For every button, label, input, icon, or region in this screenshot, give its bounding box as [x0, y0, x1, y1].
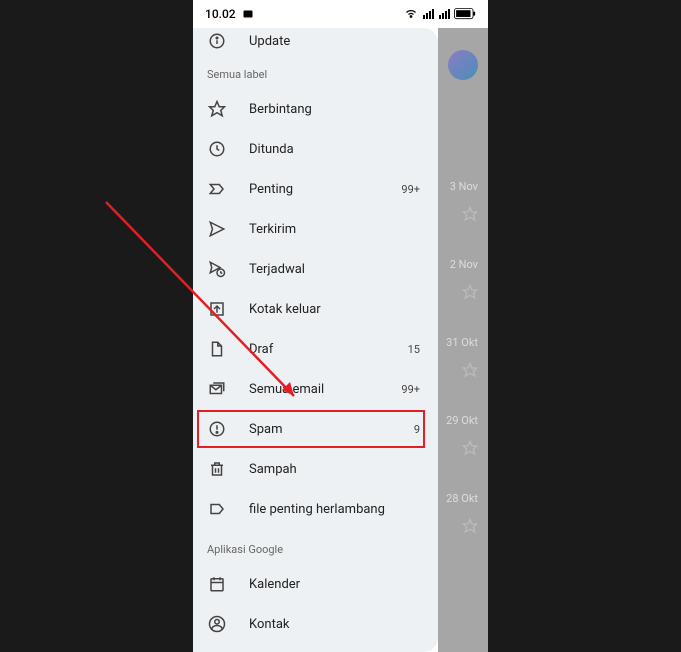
drawer-label: Terkirim — [249, 222, 424, 237]
star-icon — [462, 206, 478, 222]
drawer-label: Ditunda — [249, 142, 424, 157]
bg-date: 31 Okt — [446, 336, 478, 349]
section-header-apps: Aplikasi Google — [193, 529, 438, 564]
drawer-label: Spam — [249, 422, 414, 437]
navigation-drawer: Update Semua label Berbintang Ditunda Pe… — [193, 28, 438, 652]
drawer-label: Penting — [249, 182, 401, 197]
drawer-label: file penting herlambang — [249, 502, 424, 517]
drawer-item-allmail[interactable]: Semua email 99+ — [193, 369, 438, 409]
drawer-item-update[interactable]: Update — [193, 28, 438, 54]
battery-icon — [454, 8, 476, 20]
drawer-label: Berbintang — [249, 102, 424, 117]
drawer-label: Kontak — [249, 617, 424, 632]
drawer-item-contacts[interactable]: Kontak — [193, 604, 438, 644]
drawer-item-outbox[interactable]: Kotak keluar — [193, 289, 438, 329]
drawer-label: Draf — [249, 342, 408, 357]
signal-icon-2 — [438, 8, 450, 20]
drawer-label: Kalender — [249, 577, 424, 592]
spam-icon — [207, 419, 227, 439]
info-icon — [207, 31, 227, 51]
trash-icon — [207, 459, 227, 479]
stacked-mail-icon — [207, 379, 227, 399]
drawer-item-important[interactable]: Penting 99+ — [193, 169, 438, 209]
drawer-item-custom-label[interactable]: file penting herlambang — [193, 489, 438, 529]
contact-icon — [207, 614, 227, 634]
star-icon — [462, 362, 478, 378]
drawer-item-snoozed[interactable]: Ditunda — [193, 129, 438, 169]
calendar-icon — [207, 574, 227, 594]
drawer-item-spam[interactable]: Spam 9 — [193, 409, 438, 449]
label-icon — [207, 499, 227, 519]
scheduled-send-icon — [207, 259, 227, 279]
status-bar: 10.02 — [193, 0, 488, 28]
wifi-icon — [404, 8, 418, 20]
notification-icon — [242, 8, 254, 20]
avatar — [448, 50, 478, 80]
drawer-count: 9 — [414, 423, 420, 436]
drawer-label: Kotak keluar — [249, 302, 424, 317]
star-icon — [462, 518, 478, 534]
drawer-item-scheduled[interactable]: Terjadwal — [193, 249, 438, 289]
bg-date: 28 Okt — [446, 492, 478, 505]
star-outline-icon — [207, 99, 227, 119]
drawer-label: Update — [249, 34, 424, 49]
drawer-item-starred[interactable]: Berbintang — [193, 89, 438, 129]
send-icon — [207, 219, 227, 239]
drawer-item-drafts[interactable]: Draf 15 — [193, 329, 438, 369]
drawer-label: Terjadwal — [249, 262, 424, 277]
drawer-count: 99+ — [401, 183, 420, 196]
status-time: 10.02 — [205, 7, 236, 21]
bg-date: 2 Nov — [450, 258, 478, 271]
star-icon — [462, 440, 478, 456]
signal-icon — [422, 8, 434, 20]
important-icon — [207, 179, 227, 199]
document-icon — [207, 339, 227, 359]
drawer-label: Sampah — [249, 462, 424, 477]
drawer-count: 15 — [408, 343, 420, 356]
outbox-icon — [207, 299, 227, 319]
drawer-label: Semua email — [249, 382, 401, 397]
drawer-item-sent[interactable]: Terkirim — [193, 209, 438, 249]
drawer-item-calendar[interactable]: Kalender — [193, 564, 438, 604]
bg-date: 3 Nov — [450, 180, 478, 193]
star-icon — [462, 284, 478, 300]
bg-date: 29 Okt — [446, 414, 478, 427]
drawer-count: 99+ — [401, 383, 420, 396]
clock-icon — [207, 139, 227, 159]
phone-frame: 10.02 3 Nov 2 Nov — [193, 0, 488, 652]
section-header-labels: Semua label — [193, 54, 438, 89]
drawer-item-trash[interactable]: Sampah — [193, 449, 438, 489]
